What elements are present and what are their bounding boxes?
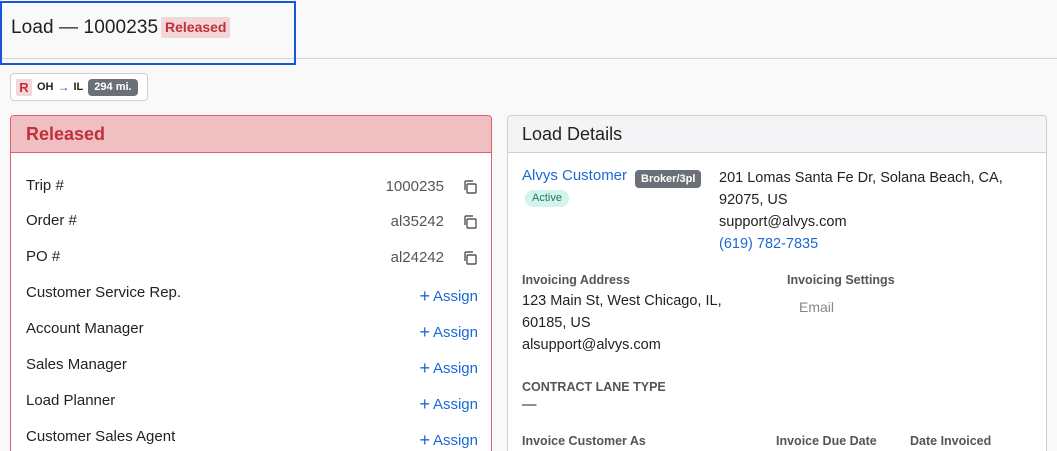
date-invoiced-label: Date Invoiced — [910, 434, 992, 448]
load-planner-label: Load Planner — [26, 392, 116, 409]
copy-icon[interactable] — [462, 250, 478, 266]
route-origin: OH — [37, 81, 54, 93]
route-destination: IL — [73, 81, 84, 93]
plus-icon: + — [419, 430, 430, 450]
assign-account-manager-button[interactable]: + Assign — [419, 321, 478, 342]
customer-address: 201 Lomas Santa Fe Dr, Solana Beach, CA,… — [719, 167, 1029, 255]
released-card: Released Trip # 1000235 Order # al35242 … — [10, 115, 492, 451]
load-details-card: Load Details Alvys Customer Broker/3pl A… — [507, 115, 1047, 451]
customer-email: support@alvys.com — [719, 214, 847, 230]
assign-customer-sales-agent-button[interactable]: + Assign — [419, 429, 478, 450]
invoicing-settings-label: Invoicing Settings — [787, 273, 895, 287]
invoice-due-date-label: Invoice Due Date — [776, 434, 877, 448]
load-planner-row: Load Planner + Assign — [26, 392, 478, 414]
arrow-right-icon: → — [57, 80, 70, 94]
load-details-title: Load Details — [508, 116, 1046, 153]
customer-type-badge: Broker/3pl — [635, 170, 702, 188]
customer-address-line1: 201 Lomas Santa Fe Dr, Solana Beach, CA, — [719, 170, 1003, 186]
customer-phone-link[interactable]: (619) 782-7835 — [719, 233, 1029, 255]
customer-address-line2: 92075, US — [719, 192, 788, 208]
order-value: al35242 — [390, 213, 444, 230]
order-row: Order # al35242 — [26, 212, 478, 232]
invoicing-address: 123 Main St, West Chicago, IL, 60185, US… — [522, 290, 722, 356]
sales-manager-label: Sales Manager — [26, 356, 127, 373]
route-type-badge: R — [16, 78, 32, 96]
assign-sales-manager-button[interactable]: + Assign — [419, 357, 478, 378]
page-title: Load — 1000235 — [11, 17, 159, 38]
order-label: Order # — [26, 212, 77, 229]
plus-icon: + — [419, 394, 430, 414]
po-label: PO # — [26, 248, 61, 265]
plus-icon: + — [419, 358, 430, 378]
account-manager-row: Account Manager + Assign — [26, 320, 478, 342]
customer-name-link[interactable]: Alvys Customer — [522, 167, 627, 184]
invoicing-address-line1: 123 Main St, West Chicago, IL, — [522, 293, 722, 309]
route-distance-badge: 294 mi. — [88, 78, 138, 96]
account-manager-label: Account Manager — [26, 320, 144, 337]
plus-icon: + — [419, 286, 430, 306]
customer-service-rep-row: Customer Service Rep. + Assign — [26, 284, 478, 306]
invoicing-email: alsupport@alvys.com — [522, 337, 661, 353]
invoice-customer-as-label: Invoice Customer As — [522, 434, 646, 448]
status-badge: Released — [161, 17, 231, 38]
assign-csr-button[interactable]: + Assign — [419, 285, 478, 306]
contract-lane-type-value: — — [522, 397, 537, 413]
invoicing-settings-value: Email — [799, 299, 835, 315]
trip-value: 1000235 — [385, 178, 444, 195]
page-header: Load — 1000235 Released — [0, 0, 1057, 65]
load-page: Load — 1000235 Released R OH → IL 294 mi… — [0, 0, 1057, 451]
route-chip[interactable]: R OH → IL 294 mi. — [10, 73, 148, 101]
po-value: al24242 — [390, 249, 444, 266]
customer-service-rep-label: Customer Service Rep. — [26, 284, 182, 301]
customer-sales-agent-row: Customer Sales Agent + Assign — [26, 428, 478, 450]
sales-manager-row: Sales Manager + Assign — [26, 356, 478, 378]
assign-load-planner-button[interactable]: + Assign — [419, 393, 478, 414]
invoicing-address-label: Invoicing Address — [522, 273, 630, 287]
contract-lane-type-label: CONTRACT LANE TYPE — [522, 380, 666, 394]
trip-label: Trip # — [26, 177, 64, 194]
trip-row: Trip # 1000235 — [26, 177, 478, 197]
po-row: PO # al24242 — [26, 248, 478, 268]
customer-status-badge: Active — [525, 190, 569, 207]
released-card-title: Released — [11, 116, 491, 153]
invoicing-address-line2: 60185, US — [522, 315, 591, 331]
customer-sales-agent-label: Customer Sales Agent — [26, 428, 176, 445]
plus-icon: + — [419, 322, 430, 342]
copy-icon[interactable] — [462, 214, 478, 230]
copy-icon[interactable] — [462, 179, 478, 195]
